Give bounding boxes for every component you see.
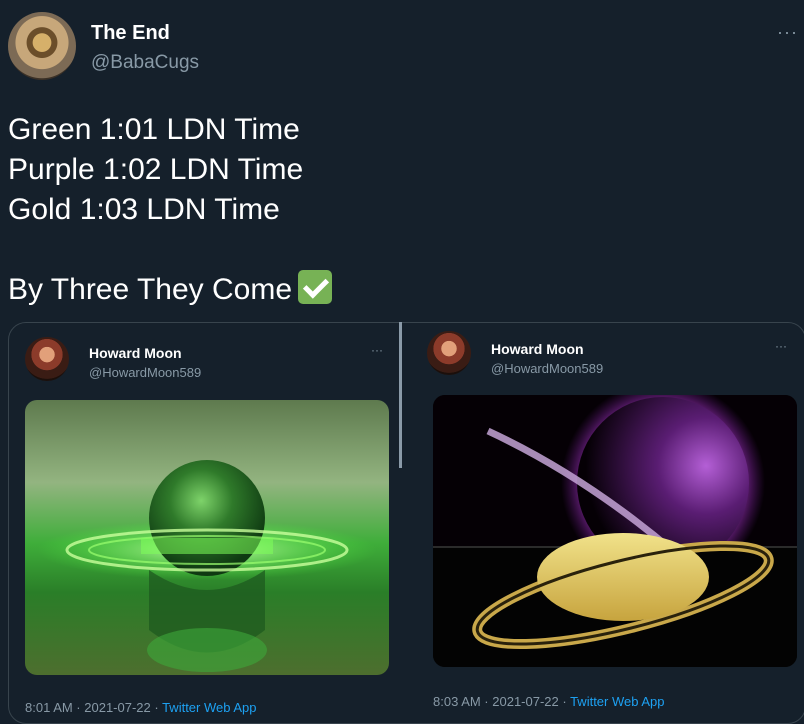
- tweet-line-closing: By Three They Come: [8, 270, 788, 310]
- scrollbar-divider[interactable]: [399, 322, 402, 468]
- embedded-more-icon[interactable]: ···: [371, 343, 383, 357]
- embedded-author-name[interactable]: Howard Moon: [89, 345, 182, 361]
- purple-gold-planets-image[interactable]: [433, 395, 797, 667]
- embedded-author-handle[interactable]: @HowardMoon589: [89, 365, 201, 380]
- media-attachment[interactable]: Howard Moon @HowardMoon589 ··· 8:01 AM ·…: [8, 322, 804, 724]
- embedded-timestamp[interactable]: 8:03 AM · 2021-07-22 · Twitter Web App: [433, 694, 665, 709]
- embedded-tweet-left[interactable]: Howard Moon @HowardMoon589 ··· 8:01 AM ·…: [9, 323, 401, 723]
- tweet-text: Green 1:01 LDN Time Purple 1:02 LDN Time…: [8, 110, 788, 310]
- tweet: The End @BabaCugs ··· Green 1:01 LDN Tim…: [0, 0, 804, 724]
- source-app-link[interactable]: Twitter Web App: [162, 700, 256, 715]
- tweet-line-green: Green 1:01 LDN Time: [8, 113, 300, 146]
- text-spacer: [8, 230, 788, 270]
- author-name[interactable]: The End: [91, 22, 170, 45]
- green-planet-graphic: [37, 460, 377, 672]
- closing-text: By Three They Come: [8, 273, 293, 306]
- embedded-more-icon[interactable]: ···: [775, 339, 787, 353]
- embedded-avatar[interactable]: [25, 337, 69, 381]
- timestamp-text: 8:03 AM · 2021-07-22 ·: [433, 694, 571, 709]
- author-avatar[interactable]: [8, 12, 76, 80]
- more-options-icon[interactable]: ···: [777, 22, 798, 43]
- source-app-link[interactable]: Twitter Web App: [570, 694, 664, 709]
- author-handle[interactable]: @BabaCugs: [91, 52, 199, 74]
- tweet-line-purple: Purple 1:02 LDN Time: [8, 153, 304, 186]
- tweet-line-gold: Gold 1:03 LDN Time: [8, 193, 280, 226]
- embedded-author-handle[interactable]: @HowardMoon589: [491, 361, 603, 376]
- embedded-author-name[interactable]: Howard Moon: [491, 341, 584, 357]
- embedded-avatar[interactable]: [427, 331, 471, 375]
- embedded-timestamp[interactable]: 8:01 AM · 2021-07-22 · Twitter Web App: [25, 700, 257, 715]
- check-mark-icon: [298, 270, 333, 304]
- planets-graphic: [433, 395, 797, 667]
- timestamp-text: 8:01 AM · 2021-07-22 ·: [25, 700, 163, 715]
- embedded-tweet-right[interactable]: Howard Moon @HowardMoon589 ··· 8:03 AM ·…: [409, 323, 804, 723]
- green-planet-image[interactable]: [25, 400, 389, 675]
